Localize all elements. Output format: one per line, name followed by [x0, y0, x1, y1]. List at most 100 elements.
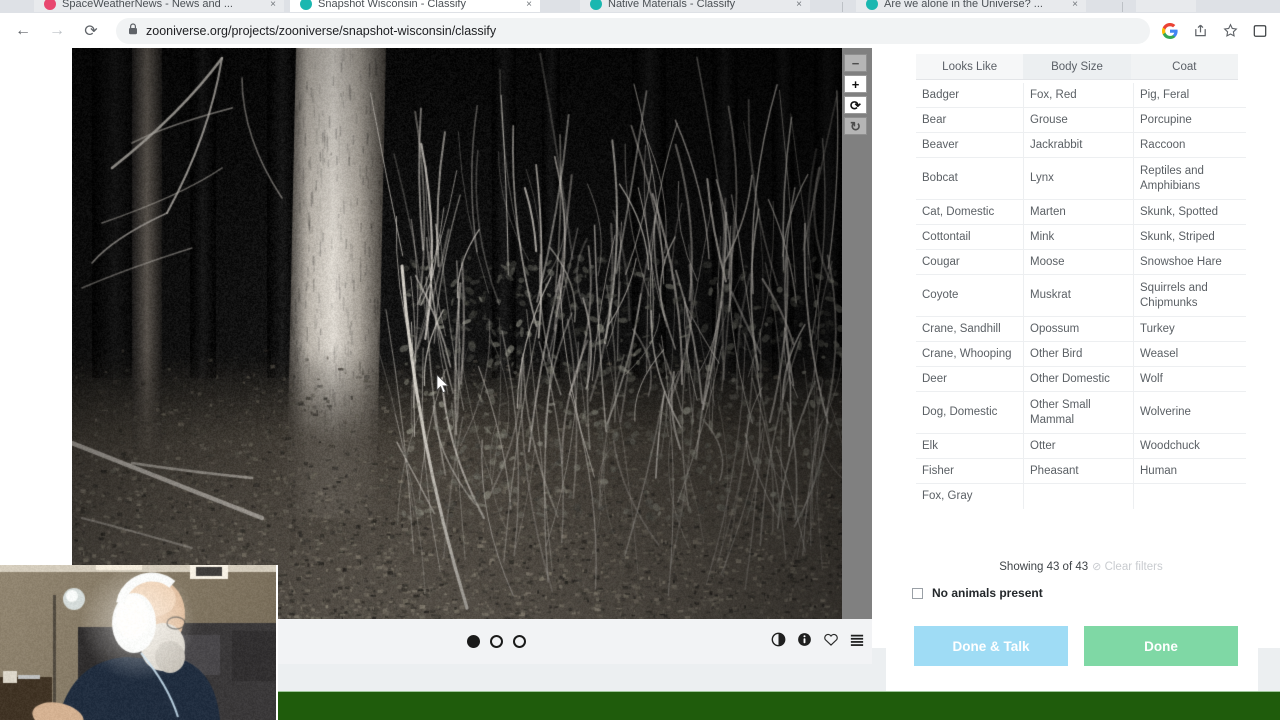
species-option[interactable]: Bobcat — [916, 158, 1024, 200]
species-option[interactable]: Wolverine — [1134, 392, 1246, 434]
no-animals-label: No animals present — [932, 586, 1043, 600]
reload-button[interactable]: ⟳ — [76, 16, 106, 46]
species-option[interactable]: Skunk, Spotted — [1134, 200, 1246, 225]
share-icon[interactable] — [1190, 21, 1210, 41]
species-option[interactable]: Crane, Whooping — [916, 342, 1024, 367]
species-option[interactable]: Other Small Mammal — [1024, 392, 1134, 434]
tab-looks-like[interactable]: Looks Like — [916, 54, 1024, 79]
browser-tab-overflow[interactable] — [1136, 0, 1196, 12]
frame-dot-3[interactable] — [513, 635, 526, 648]
species-option[interactable]: Fisher — [916, 459, 1024, 484]
tab-coat[interactable]: Coat — [1130, 54, 1238, 79]
species-option[interactable]: Fox, Red — [1024, 83, 1134, 108]
tab-separator — [1122, 2, 1123, 12]
species-option[interactable]: Wolf — [1134, 367, 1246, 392]
zoom-in-button[interactable]: + — [844, 75, 867, 93]
species-option[interactable]: Weasel — [1134, 342, 1246, 367]
species-option[interactable]: Other Domestic — [1024, 367, 1134, 392]
favorite-heart-icon[interactable] — [823, 632, 839, 647]
subject-viewer[interactable]: − + ⟳ ↻ — [72, 48, 872, 619]
species-option[interactable]: Human — [1134, 459, 1246, 484]
species-option[interactable]: Opossum — [1024, 317, 1134, 342]
species-option[interactable]: Porcupine — [1134, 108, 1246, 133]
species-column-3: Pig, Feral Porcupine Raccoon Reptiles an… — [1134, 83, 1246, 509]
bookmark-star-icon[interactable] — [1220, 21, 1240, 41]
tab-close-icon[interactable]: × — [526, 0, 532, 10]
species-option[interactable]: Woodchuck — [1134, 434, 1246, 459]
species-option[interactable]: Skunk, Striped — [1134, 225, 1246, 250]
browser-tab-3[interactable]: Are we alone in the Universe? ... × — [856, 0, 1086, 12]
species-option[interactable]: Marten — [1024, 200, 1134, 225]
species-option[interactable]: Snowshoe Hare — [1134, 250, 1246, 275]
frame-selector — [467, 635, 526, 648]
species-option[interactable]: Coyote — [916, 275, 1024, 317]
species-option[interactable]: Crane, Sandhill — [916, 317, 1024, 342]
tab-title: Native Materials - Classify — [608, 0, 736, 10]
browser-tab-1[interactable]: Snapshot Wisconsin - Classify × — [290, 0, 540, 12]
clear-filters-button[interactable]: ⊘ Clear filters — [1092, 561, 1163, 573]
species-option[interactable]: Badger — [916, 83, 1024, 108]
species-option[interactable]: Otter — [1024, 434, 1134, 459]
species-option[interactable]: Mink — [1024, 225, 1134, 250]
side-panel-icon[interactable] — [1250, 21, 1270, 41]
tab-favicon — [590, 0, 602, 10]
zoom-out-button[interactable]: − — [844, 54, 867, 72]
species-option[interactable]: Elk — [916, 434, 1024, 459]
species-option[interactable]: Pig, Feral — [1134, 83, 1246, 108]
tab-close-icon[interactable]: × — [1072, 0, 1078, 10]
species-option[interactable]: Bear — [916, 108, 1024, 133]
no-animals-present-row[interactable]: No animals present — [912, 586, 1043, 600]
rotate-button[interactable]: ⟳ — [844, 96, 867, 114]
webcam-video-frame — [0, 565, 276, 720]
species-option[interactable]: Jackrabbit — [1024, 133, 1134, 158]
classifier-card: − + ⟳ ↻ Looks Like Body Size Coat Badger… — [0, 48, 1280, 693]
species-option[interactable]: Beaver — [916, 133, 1024, 158]
done-button[interactable]: Done — [1084, 626, 1238, 666]
browser-tab-0[interactable]: SpaceWeatherNews - News and ... × — [34, 0, 284, 12]
metadata-list-icon[interactable] — [850, 633, 864, 647]
browser-tab-2[interactable]: Native Materials - Classify × — [580, 0, 810, 12]
reset-button[interactable]: ↻ — [844, 117, 867, 135]
trail-camera-canvas[interactable] — [72, 48, 842, 619]
species-cell-empty — [1134, 484, 1246, 509]
tab-body-size[interactable]: Body Size — [1023, 54, 1131, 79]
species-option[interactable]: Lynx — [1024, 158, 1134, 200]
species-option[interactable]: Other Bird — [1024, 342, 1134, 367]
species-option[interactable]: Squirrels and Chipmunks — [1134, 275, 1246, 317]
species-option[interactable]: Dog, Domestic — [916, 392, 1024, 434]
browser-toolbar: ← → ⟳ zooniverse.org/projects/zooniverse… — [0, 13, 1280, 48]
species-option[interactable]: Cougar — [916, 250, 1024, 275]
species-option[interactable]: Cottontail — [916, 225, 1024, 250]
tab-close-icon[interactable]: × — [270, 0, 276, 10]
address-bar-url: zooniverse.org/projects/zooniverse/snaps… — [146, 23, 497, 38]
species-option[interactable]: Fox, Gray — [916, 484, 1024, 509]
invert-contrast-icon[interactable] — [771, 632, 786, 647]
species-option[interactable]: Deer — [916, 367, 1024, 392]
webcam-overlay[interactable] — [0, 565, 278, 720]
tab-close-icon[interactable]: × — [796, 0, 802, 10]
trail-camera-photo[interactable] — [72, 48, 842, 619]
species-option[interactable]: Pheasant — [1024, 459, 1134, 484]
browser-tabstrip: SpaceWeatherNews - News and ... × Snapsh… — [0, 0, 1280, 13]
address-bar[interactable]: zooniverse.org/projects/zooniverse/snaps… — [116, 17, 1150, 44]
species-option[interactable]: Muskrat — [1024, 275, 1134, 317]
back-button[interactable]: ← — [8, 16, 38, 46]
no-animals-checkbox[interactable] — [912, 587, 923, 599]
showing-count-text: Showing 43 of 43 — [999, 561, 1089, 573]
google-account-icon[interactable] — [1160, 21, 1180, 41]
species-option[interactable]: Moose — [1024, 250, 1134, 275]
showing-count: Showing 43 of 43 ⊘ Clear filters — [916, 560, 1246, 573]
zoom-toolbar: − + ⟳ ↻ — [844, 54, 867, 135]
done-and-talk-button[interactable]: Done & Talk — [914, 626, 1068, 666]
species-option[interactable]: Raccoon — [1134, 133, 1246, 158]
species-option[interactable]: Reptiles and Amphibians — [1134, 158, 1246, 200]
species-choice-grid: Badger Bear Beaver Bobcat Cat, Domestic … — [916, 83, 1246, 509]
frame-dot-1[interactable] — [467, 635, 480, 648]
species-option[interactable]: Grouse — [1024, 108, 1134, 133]
info-icon[interactable] — [797, 632, 812, 647]
forward-button[interactable]: → — [42, 16, 72, 46]
tab-separator — [842, 2, 843, 12]
frame-dot-2[interactable] — [490, 635, 503, 648]
species-option[interactable]: Turkey — [1134, 317, 1246, 342]
species-option[interactable]: Cat, Domestic — [916, 200, 1024, 225]
